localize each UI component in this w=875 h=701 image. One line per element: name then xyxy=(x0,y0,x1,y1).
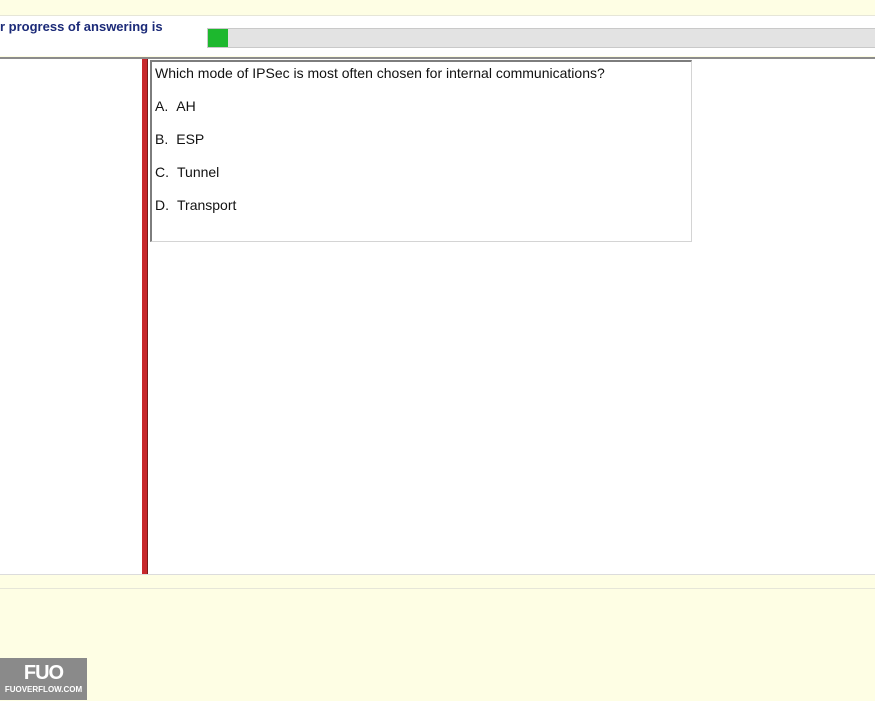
progress-label: r progress of answering is xyxy=(0,19,163,34)
logo-site: FUOVERFLOW.COM xyxy=(4,685,83,694)
option-letter: A. xyxy=(155,98,169,114)
top-band xyxy=(0,0,875,16)
option-text: Tunnel xyxy=(177,164,220,180)
option-text: AH xyxy=(176,98,196,114)
answer-option-c[interactable]: C. Tunnel xyxy=(155,164,219,180)
option-letter: B. xyxy=(155,131,169,147)
answer-option-a[interactable]: A. AH xyxy=(155,98,196,114)
side-marker-bar xyxy=(142,59,148,574)
bottom-band xyxy=(0,588,875,701)
option-letter: D. xyxy=(155,197,169,213)
watermark-logo: FUO FUOVERFLOW.COM xyxy=(0,658,87,700)
option-text: ESP xyxy=(176,131,205,147)
progress-bar-fill xyxy=(208,29,228,47)
answer-option-d[interactable]: D. Transport xyxy=(155,197,236,213)
progress-bar xyxy=(207,28,875,48)
question-panel: Which mode of IPSec is most often chosen… xyxy=(0,57,875,575)
option-letter: C. xyxy=(155,164,169,180)
logo-mark: FUO xyxy=(23,662,64,684)
question-text: Which mode of IPSec is most often chosen… xyxy=(155,65,605,81)
answer-option-b[interactable]: B. ESP xyxy=(155,131,204,147)
question-box: Which mode of IPSec is most often chosen… xyxy=(150,60,692,242)
option-text: Transport xyxy=(177,197,237,213)
